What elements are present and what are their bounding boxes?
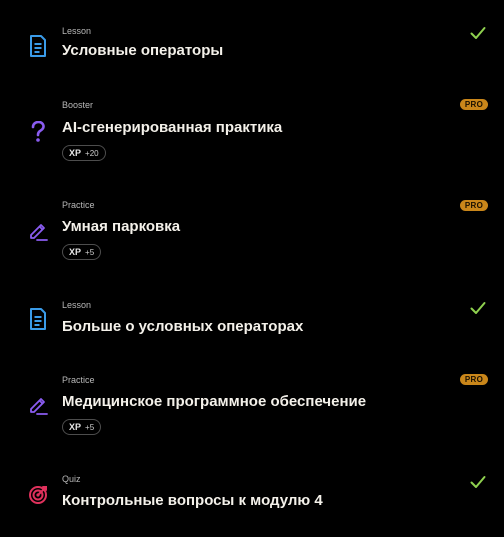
- item-title[interactable]: Умная парковка: [62, 218, 180, 236]
- item-type-label: Practice: [62, 375, 95, 385]
- xp-label: XP: [69, 247, 82, 257]
- xp-badge: XP +20: [62, 145, 106, 161]
- xp-label: XP: [69, 422, 82, 432]
- pro-badge: PRO: [460, 200, 488, 211]
- item-title[interactable]: AI-сгенерированная практика: [62, 119, 282, 137]
- question-icon: [28, 121, 48, 143]
- list-item[interactable]: Practice Умная парковка XP +5 PRO: [0, 190, 504, 290]
- document-icon: [28, 308, 48, 330]
- pencil-icon: [28, 219, 48, 241]
- checkmark-icon: [470, 475, 486, 489]
- list-item[interactable]: Booster AI-сгенерированная практика XP +…: [0, 90, 504, 190]
- item-type-label: Lesson: [62, 300, 92, 310]
- xp-value: +5: [85, 422, 95, 432]
- xp-label: XP: [69, 148, 82, 158]
- list-item[interactable]: Lesson Условные операторы: [0, 0, 504, 90]
- item-title[interactable]: Медицинское программное обеспечение: [62, 393, 366, 411]
- list-item[interactable]: Lesson Больше о условных операторах: [0, 290, 504, 370]
- list-item[interactable]: Quiz Контрольные вопросы к модулю 4: [0, 470, 504, 537]
- pencil-icon: [28, 393, 48, 415]
- item-type-label: Lesson: [62, 26, 92, 36]
- pro-badge: PRO: [460, 99, 488, 110]
- item-type-label: Practice: [62, 200, 95, 210]
- checkmark-icon: [470, 26, 486, 40]
- xp-value: +20: [85, 148, 99, 158]
- checkmark-icon: [470, 301, 486, 315]
- item-type-label: Booster: [62, 100, 94, 110]
- item-title[interactable]: Условные операторы: [62, 42, 223, 60]
- pro-badge: PRO: [460, 374, 488, 385]
- item-title[interactable]: Контрольные вопросы к модулю 4: [62, 492, 323, 510]
- list-item[interactable]: Practice Медицинское программное обеспеч…: [0, 370, 504, 470]
- xp-badge: XP +5: [62, 419, 102, 435]
- xp-badge: XP +5: [62, 244, 102, 260]
- xp-value: +5: [85, 247, 95, 257]
- item-title[interactable]: Больше о условных операторах: [62, 318, 303, 336]
- target-icon: [28, 483, 48, 505]
- item-type-label: Quiz: [62, 474, 81, 484]
- document-icon: [28, 35, 48, 57]
